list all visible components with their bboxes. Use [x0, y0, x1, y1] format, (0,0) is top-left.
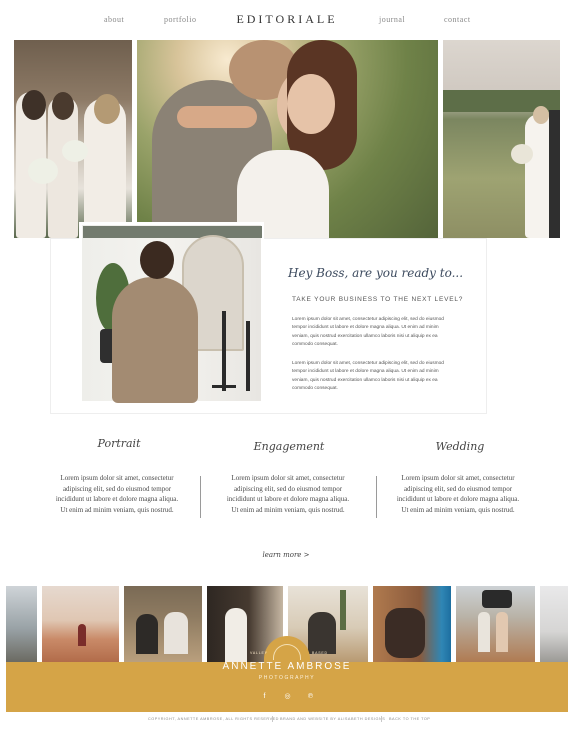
- intro-subheading: TAKE YOUR BUSINESS TO THE NEXT LEVEL?: [292, 296, 464, 303]
- site-logo[interactable]: EDITORIALE: [233, 12, 341, 27]
- service-description: Lorem ipsum dolor sit amet, consectetur …: [396, 474, 520, 514]
- bridesmaids-photo: [14, 40, 132, 238]
- nav-link-about[interactable]: about: [104, 15, 124, 24]
- bride-field-photo: [443, 40, 560, 238]
- couple-embrace-photo: [137, 40, 438, 238]
- back-to-top-link[interactable]: BACK TO THE TOP: [389, 717, 430, 721]
- intro-heading: Hey Boss, are you ready to...: [288, 266, 464, 280]
- pinterest-icon[interactable]: ℗: [306, 692, 315, 701]
- nav-link-portfolio[interactable]: portfolio: [164, 15, 197, 24]
- top-navigation: about portfolio EDITORIALE journal conta…: [0, 0, 574, 40]
- copyright-text: COPYRIGHT, ANNETTE AMBROSE, ALL RIGHTS R…: [148, 717, 279, 721]
- instagram-photo[interactable]: [42, 586, 119, 662]
- service-description: Lorem ipsum dolor sit amet, consectetur …: [226, 474, 350, 514]
- service-title-engagement: Engagement: [253, 440, 325, 453]
- intro-paragraph: Lorem ipsum dolor sit amet, consectetur …: [292, 317, 444, 347]
- instagram-photo[interactable]: [540, 586, 568, 662]
- footer-brand-name: ANNETTE AMBROSE: [222, 661, 352, 672]
- instagram-photo[interactable]: [456, 586, 535, 662]
- badge-word-right: BASED: [312, 651, 328, 655]
- nav-link-contact[interactable]: contact: [444, 15, 471, 24]
- instagram-photo[interactable]: [124, 586, 202, 662]
- woman-mirror-photo: [79, 222, 264, 404]
- footer-brand-tagline: PHOTOGRAPHY: [258, 675, 316, 681]
- nav-link-journal[interactable]: journal: [379, 15, 405, 24]
- facebook-icon[interactable]: f: [260, 692, 269, 701]
- instagram-photo[interactable]: [373, 586, 451, 662]
- service-title-portrait: Portrait: [97, 437, 141, 450]
- column-divider: [200, 476, 201, 518]
- intro-paragraph: Lorem ipsum dolor sit amet, consectetur …: [292, 361, 444, 391]
- service-description: Lorem ipsum dolor sit amet, consectetur …: [55, 474, 179, 514]
- copyright-divider: [381, 716, 382, 722]
- copyright-divider: [272, 716, 273, 722]
- column-divider: [376, 476, 377, 518]
- instagram-icon[interactable]: ◎: [283, 692, 292, 701]
- designer-credit-link[interactable]: BRAND AND WEBSITE BY ALISABETH DESIGNS: [280, 717, 385, 721]
- instagram-photo[interactable]: [6, 586, 37, 662]
- badge-word-left: VALLEY: [250, 651, 268, 655]
- learn-more-link[interactable]: learn more >: [258, 551, 314, 559]
- service-title-wedding: Wedding: [435, 440, 485, 453]
